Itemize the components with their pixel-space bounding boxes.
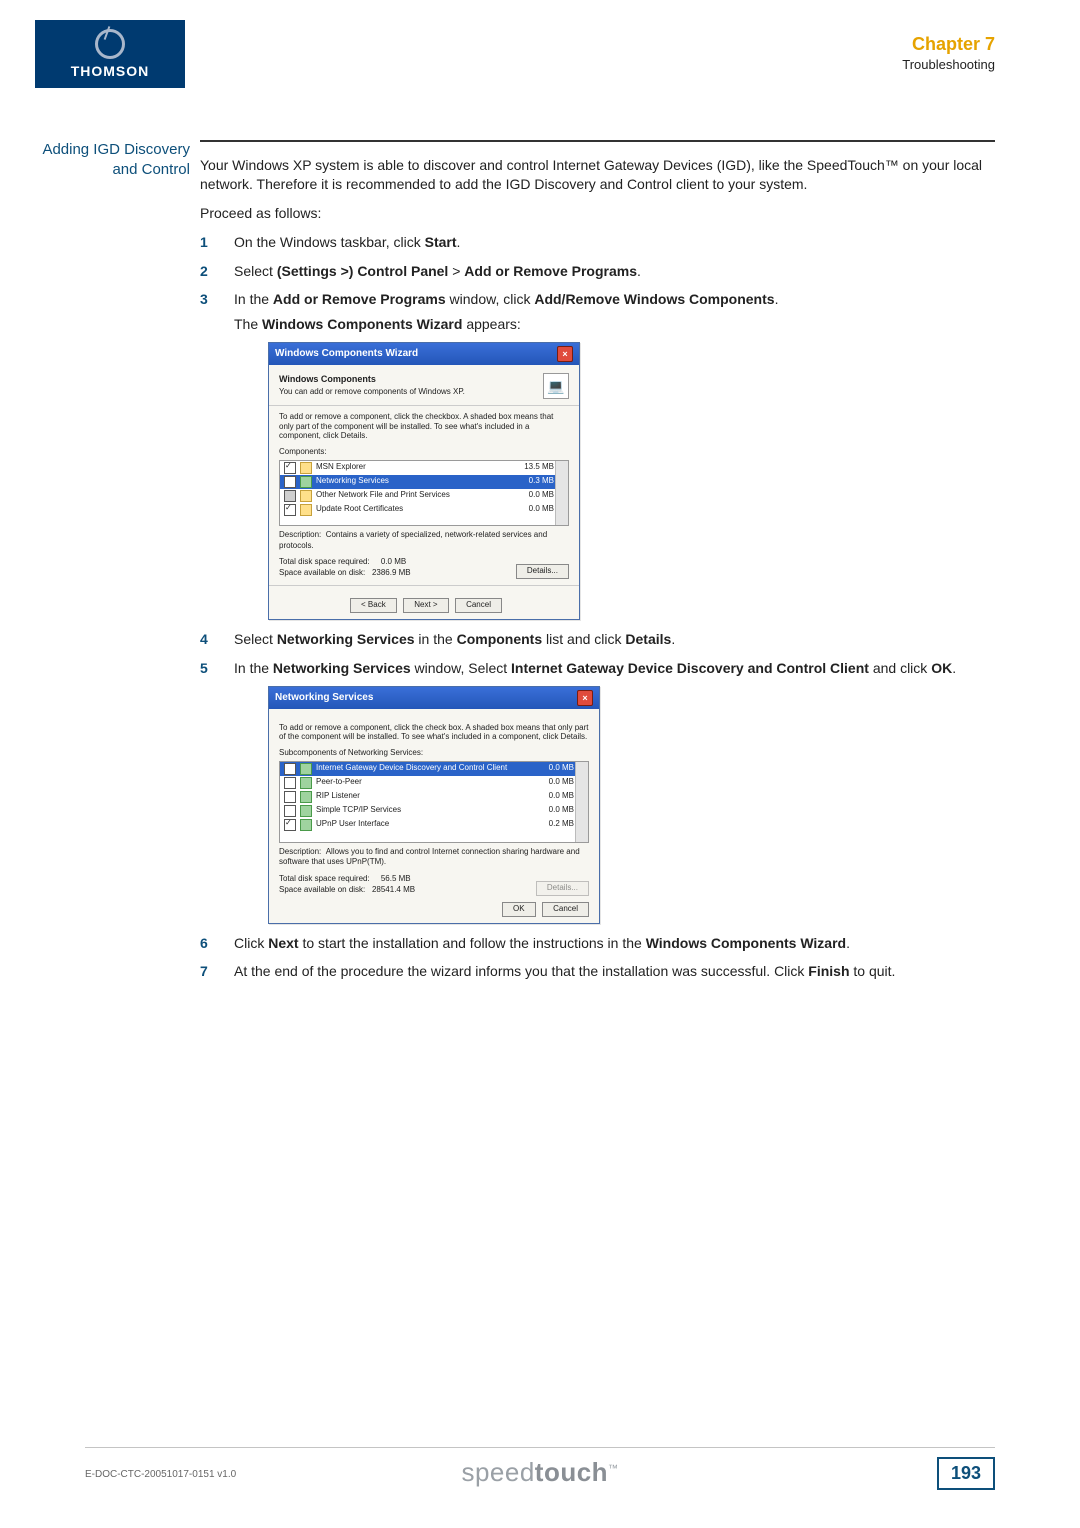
windows-components-wizard-dialog: Windows Components Wizard × Windows Comp…	[268, 342, 580, 620]
dialog2-list-label: Subcomponents of Networking Services:	[279, 748, 589, 759]
checkbox-icon[interactable]	[284, 777, 296, 789]
subcomponents-list[interactable]: Internet Gateway Device Discovery and Co…	[279, 761, 589, 843]
dialog2-body: To add or remove a component, click the …	[269, 709, 599, 923]
list-item: Simple TCP/IP Services0.0 MB	[280, 804, 588, 818]
components-list[interactable]: MSN Explorer13.5 MB Networking Services0…	[279, 460, 569, 526]
dialog1-title: Windows Components Wizard	[275, 347, 418, 361]
checkbox-icon[interactable]	[284, 504, 296, 516]
cancel-button[interactable]: Cancel	[455, 598, 502, 613]
proceed-label: Proceed as follows:	[200, 204, 995, 223]
dialog2-title: Networking Services	[275, 691, 373, 705]
back-button[interactable]: < Back	[350, 598, 397, 613]
checkbox-icon[interactable]	[284, 763, 296, 775]
list-item: Internet Gateway Device Discovery and Co…	[280, 762, 588, 776]
top-rule	[200, 140, 995, 142]
wizard-icon: 💻	[543, 373, 569, 399]
checkbox-icon[interactable]	[284, 490, 296, 502]
dialog2-instruction: To add or remove a component, click the …	[279, 723, 589, 742]
dialog1-subheading: You can add or remove components of Wind…	[279, 387, 465, 398]
checkbox-icon[interactable]	[284, 476, 296, 488]
folder-icon	[300, 490, 312, 502]
close-icon[interactable]: ×	[577, 690, 593, 706]
ok-button[interactable]: OK	[502, 902, 536, 917]
side-heading: Adding IGD Discovery and Control	[20, 140, 190, 181]
dialog1-description: Description: Contains a variety of speci…	[279, 530, 569, 552]
list-item: Other Network File and Print Services0.0…	[280, 489, 568, 503]
chapter-label: Chapter 7	[902, 34, 995, 55]
network-icon	[300, 476, 312, 488]
thomson-logo: THOMSON	[35, 20, 185, 88]
page: THOMSON Chapter 7 Troubleshooting Adding…	[0, 0, 1080, 1528]
details-button: Details...	[536, 881, 589, 896]
step-2: 2 Select (Settings >) Control Panel > Ad…	[200, 262, 995, 281]
network-icon	[300, 805, 312, 817]
header-right: Chapter 7 Troubleshooting	[902, 34, 995, 72]
dialog1-titlebar: Windows Components Wizard ×	[269, 343, 579, 365]
checkbox-icon[interactable]	[284, 805, 296, 817]
cert-icon	[300, 504, 312, 516]
dialog1-stats: Total disk space required: 0.0 MB Space …	[279, 557, 569, 579]
cancel-button[interactable]: Cancel	[542, 902, 589, 917]
step-1: 1 On the Windows taskbar, click Start.	[200, 233, 995, 252]
network-icon	[300, 819, 312, 831]
logo-icon	[95, 29, 125, 59]
dialog2-buttons: OK Cancel	[279, 896, 589, 917]
dialog1-instruction: To add or remove a component, click the …	[279, 412, 569, 441]
section-label: Troubleshooting	[902, 57, 995, 72]
checkbox-icon[interactable]	[284, 791, 296, 803]
list-item: RIP Listener0.0 MB	[280, 790, 588, 804]
network-icon	[300, 791, 312, 803]
step-6: 6 Click Next to start the installation a…	[200, 934, 995, 953]
step-list: 1 On the Windows taskbar, click Start. 2…	[200, 233, 995, 982]
page-number: 193	[937, 1457, 995, 1490]
content: Adding IGD Discovery and Control Your Wi…	[200, 140, 995, 991]
details-button[interactable]: Details...	[516, 564, 569, 579]
intro-paragraph: Your Windows XP system is able to discov…	[200, 156, 995, 194]
footer-rule	[85, 1447, 995, 1448]
dialog2-titlebar: Networking Services ×	[269, 687, 599, 709]
checkbox-icon[interactable]	[284, 462, 296, 474]
brand-footer: speedtouch™	[0, 1457, 1080, 1488]
list-item: MSN Explorer13.5 MB	[280, 461, 568, 475]
dialog2-description: Description: Allows you to find and cont…	[279, 847, 589, 869]
list-item: UPnP User Interface0.2 MB	[280, 818, 588, 832]
dialog1-list-label: Components:	[279, 447, 569, 458]
step-5: 5 In the Networking Services window, Sel…	[200, 659, 995, 924]
close-icon[interactable]: ×	[557, 346, 573, 362]
next-button[interactable]: Next >	[403, 598, 448, 613]
dialog1-buttons: < Back Next > Cancel	[279, 592, 569, 613]
list-item: Update Root Certificates0.0 MB	[280, 503, 568, 517]
checkbox-icon[interactable]	[284, 819, 296, 831]
step-7: 7 At the end of the procedure the wizard…	[200, 962, 995, 981]
logo-text: THOMSON	[71, 63, 150, 79]
dialog1-heading: Windows Components	[279, 373, 465, 385]
list-item: Peer-to-Peer0.0 MB	[280, 776, 588, 790]
network-icon	[300, 777, 312, 789]
folder-icon	[300, 462, 312, 474]
step-4: 4 Select Networking Services in the Comp…	[200, 630, 995, 649]
list-item: Networking Services0.3 MB	[280, 475, 568, 489]
network-icon	[300, 763, 312, 775]
step-3: 3 In the Add or Remove Programs window, …	[200, 290, 995, 619]
dialog1-body: Windows Components You can add or remove…	[269, 365, 579, 619]
dialog2-stats: Total disk space required: 56.5 MB Space…	[279, 874, 589, 896]
networking-services-dialog: Networking Services × To add or remove a…	[268, 686, 600, 924]
